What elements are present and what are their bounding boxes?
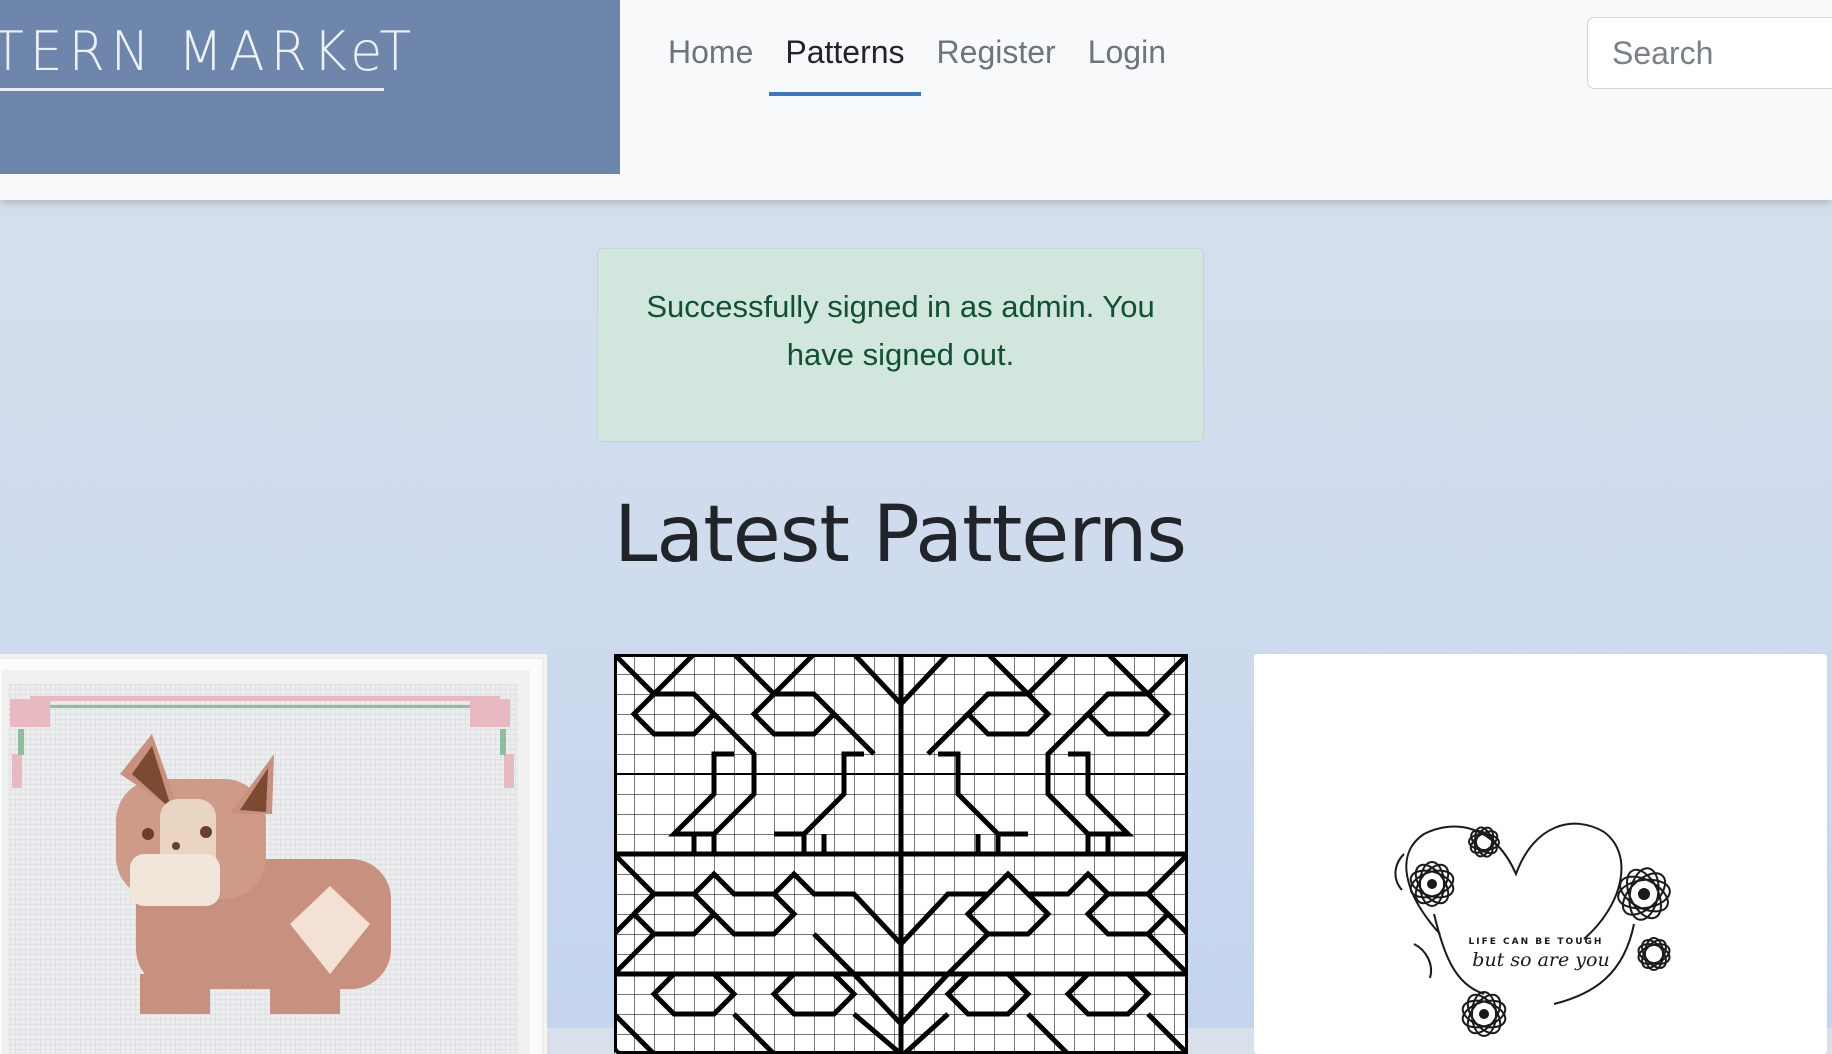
nav-link-register[interactable]: Register: [921, 0, 1072, 96]
main-nav: Home Patterns Register Login: [652, 0, 1182, 96]
nav-link-login[interactable]: Login: [1072, 0, 1182, 96]
pattern-caption-script: but so are you: [1472, 949, 1609, 971]
blackwork-pattern-image: [614, 654, 1188, 1054]
pattern-card-floral-heart[interactable]: LIFE CAN BE TOUGH but so are you: [1254, 654, 1827, 1054]
corgi-pattern-image: [0, 654, 547, 1054]
floral-heart-pattern-image: LIFE CAN BE TOUGH but so are you: [1254, 654, 1827, 1054]
brand-logo[interactable]: TERN MARKeT: [0, 0, 620, 174]
pattern-card-corgi[interactable]: [0, 654, 547, 1054]
nav-link-patterns[interactable]: Patterns: [769, 0, 921, 96]
brand-logo-text: TERN MARKeT: [0, 20, 418, 84]
success-alert: Successfully signed in as admin. You hav…: [597, 248, 1204, 442]
navbar: TERN MARKeT Home Patterns Register Login: [0, 0, 1832, 200]
brand-logo-underline: [0, 88, 384, 91]
search-input[interactable]: [1587, 17, 1832, 89]
nav-link-home[interactable]: Home: [652, 0, 769, 96]
pattern-caption-small: LIFE CAN BE TOUGH: [1469, 937, 1604, 947]
pattern-card-blackwork[interactable]: [614, 654, 1188, 1054]
page-title: Latest Patterns: [613, 490, 1187, 580]
